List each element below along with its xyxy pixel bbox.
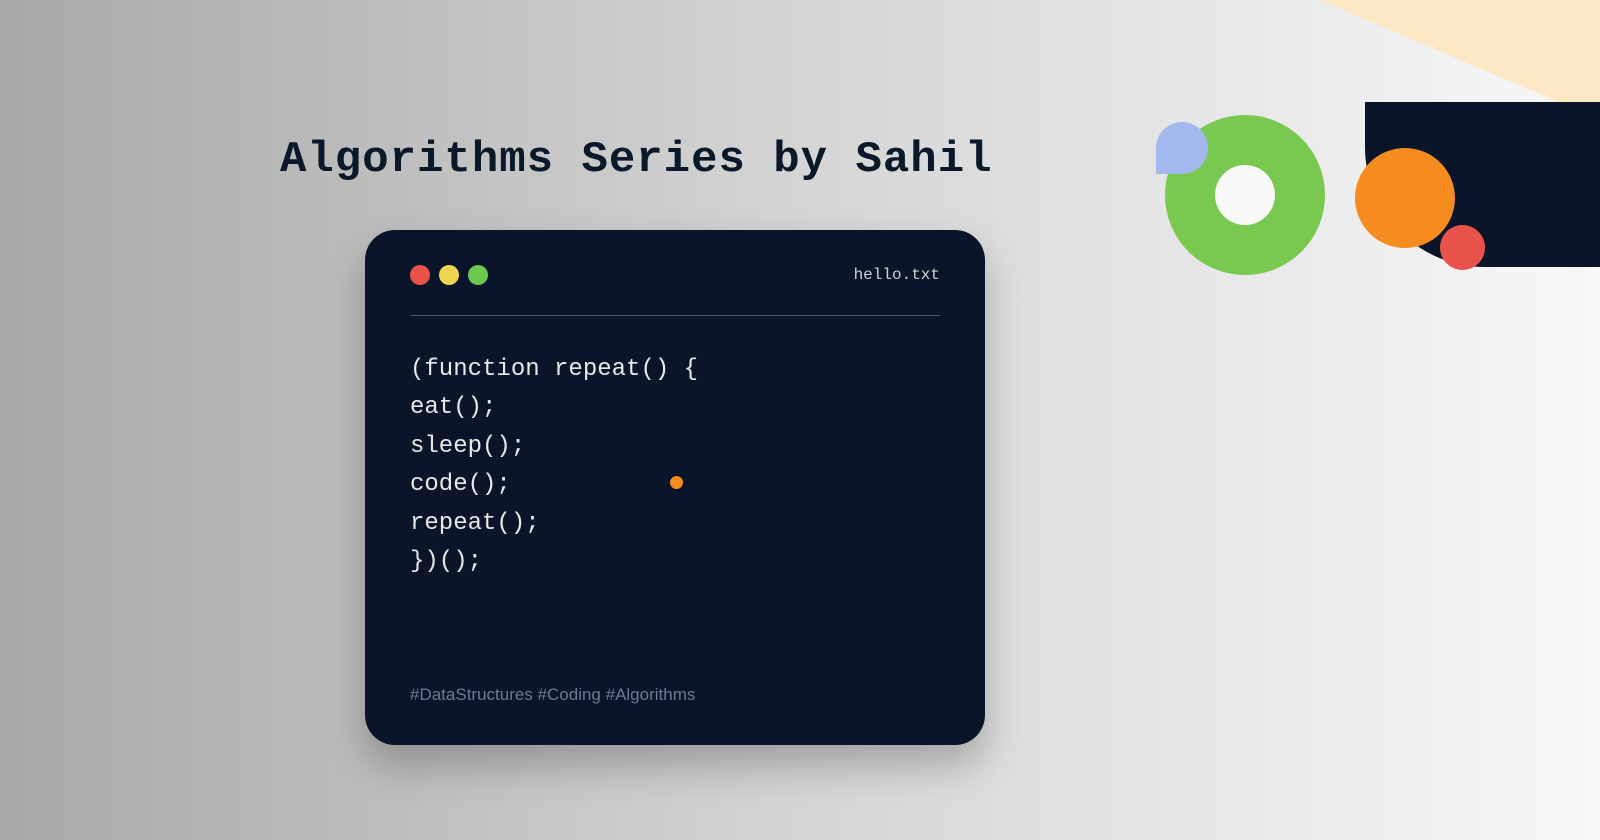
red-circle-shape — [1440, 225, 1485, 270]
blue-drop-shape — [1156, 122, 1208, 174]
code-content: (function repeat() { eat(); sleep(); cod… — [410, 351, 940, 581]
decorative-shapes — [1100, 0, 1600, 350]
code-line: sleep(); — [410, 428, 940, 466]
hashtags-label: #DataStructures #Coding #Algorithms — [410, 685, 695, 705]
cursor-dot-icon — [670, 476, 683, 489]
orange-circle-shape — [1355, 148, 1455, 248]
code-line: eat(); — [410, 389, 940, 427]
maximize-icon — [468, 265, 488, 285]
code-window: hello.txt (function repeat() { eat(); sl… — [365, 230, 985, 745]
window-header: hello.txt — [410, 265, 940, 285]
filename-label: hello.txt — [854, 266, 940, 284]
window-controls — [410, 265, 488, 285]
minimize-icon — [439, 265, 459, 285]
page-title: Algorithms Series by Sahil — [280, 135, 993, 185]
code-line: (function repeat() { — [410, 351, 940, 389]
header-divider — [410, 315, 940, 316]
close-icon — [410, 265, 430, 285]
code-line: })(); — [410, 543, 940, 581]
code-line: repeat(); — [410, 505, 940, 543]
